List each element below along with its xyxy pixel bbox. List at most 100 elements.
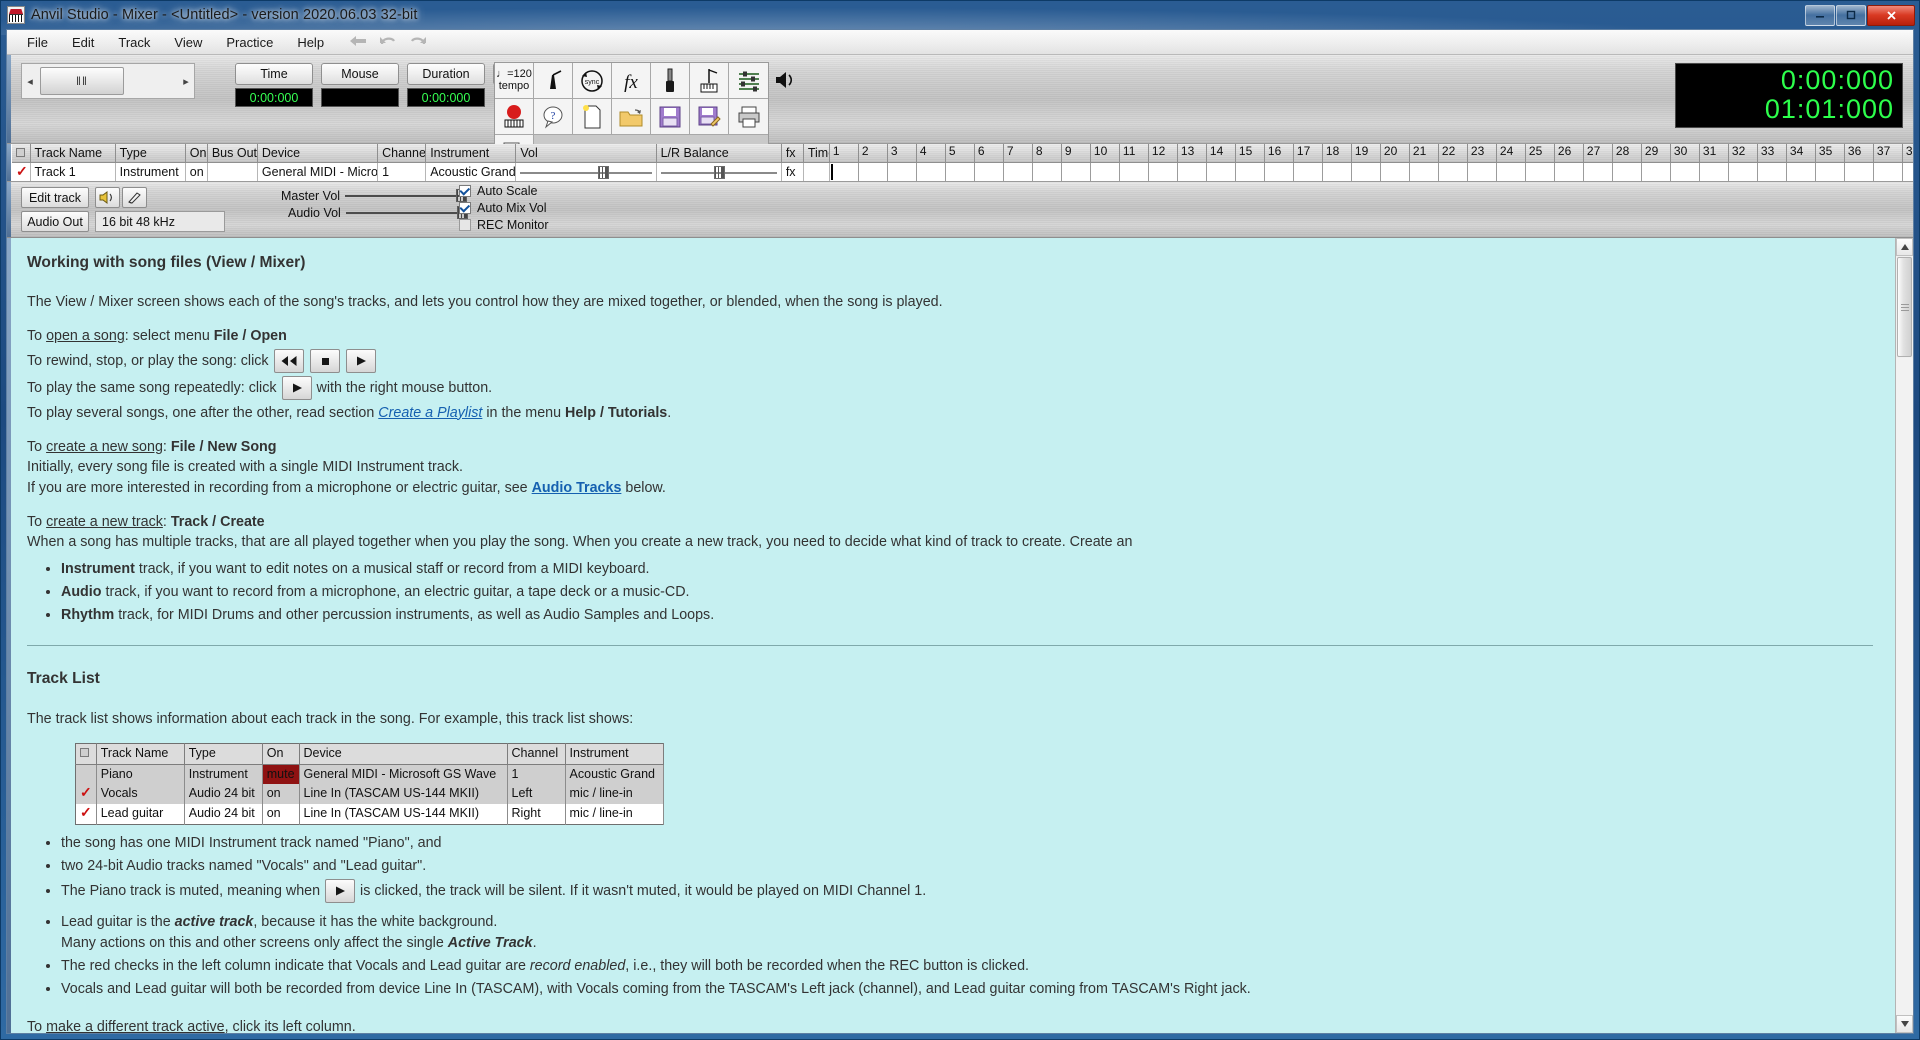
cell-track-name[interactable]: Track 1	[30, 162, 115, 181]
measure-cell[interactable]	[1062, 163, 1091, 182]
balance-slider[interactable]	[656, 162, 781, 181]
auto-scale-checkbox[interactable]	[459, 185, 471, 197]
measure-cell[interactable]	[1642, 163, 1671, 182]
measure-cell[interactable]	[1410, 163, 1439, 182]
measure-cell[interactable]	[1207, 163, 1236, 182]
play-button-inline-2[interactable]	[282, 376, 312, 400]
play-button-inline[interactable]	[346, 349, 376, 373]
header-fx[interactable]: fx	[781, 144, 803, 162]
volume-slider[interactable]	[516, 162, 656, 181]
create-a-playlist-link[interactable]: Create a Playlist	[378, 405, 482, 421]
header-track-name[interactable]: Track Name	[30, 144, 115, 162]
fx-icon[interactable]: fx	[612, 63, 651, 99]
example-select-header[interactable]	[76, 743, 97, 764]
measure-cell[interactable]	[975, 163, 1004, 182]
measure-cell[interactable]	[1178, 163, 1207, 182]
measure-cell[interactable]	[1526, 163, 1555, 182]
header-bus-out[interactable]: Bus Out	[207, 144, 257, 162]
header-device[interactable]: Device	[257, 144, 377, 162]
audio-jack-icon[interactable]	[651, 63, 690, 99]
measure-cell[interactable]	[1352, 163, 1381, 182]
measure-cell[interactable]	[1584, 163, 1613, 182]
scrollbar-trough[interactable]	[1896, 358, 1913, 1015]
master-volume-control[interactable]: Master Vol	[281, 189, 463, 203]
menu-file[interactable]: File	[15, 32, 60, 53]
menu-view[interactable]: View	[162, 32, 214, 53]
edit-track-button[interactable]: Edit track	[21, 187, 89, 208]
help-icon[interactable]: ?	[534, 99, 573, 135]
back-arrow-icon[interactable]	[348, 34, 368, 50]
sound-properties-icon[interactable]	[95, 187, 120, 208]
cell-fx[interactable]: fx	[781, 162, 803, 181]
measure-cell[interactable]	[1439, 163, 1468, 182]
measure-cell[interactable]	[1497, 163, 1526, 182]
track-timeline[interactable]	[829, 162, 1914, 181]
minimize-button[interactable]	[1805, 5, 1835, 26]
measure-cell[interactable]	[830, 163, 859, 182]
cell-instrument[interactable]: Acoustic Grand	[426, 162, 516, 181]
new-file-icon[interactable]	[573, 99, 612, 135]
measure-cell[interactable]	[1381, 163, 1410, 182]
audio-vol-track[interactable]	[346, 212, 464, 214]
select-all-header[interactable]	[12, 144, 30, 162]
header-type[interactable]: Type	[115, 144, 185, 162]
cue-thumb[interactable]: ‖‖	[40, 67, 124, 95]
measure-cell[interactable]	[1468, 163, 1497, 182]
measure-cell[interactable]	[946, 163, 975, 182]
auto-mix-vol-checkbox-row[interactable]: Auto Mix Vol	[459, 201, 546, 215]
header-vol[interactable]: Vol	[516, 144, 656, 162]
cue-right-arrow-icon[interactable]: ▸	[178, 75, 194, 88]
maximize-button[interactable]	[1836, 5, 1866, 26]
header-on[interactable]: On	[185, 144, 207, 162]
save-as-icon[interactable]	[690, 99, 729, 135]
measure-cell[interactable]	[1787, 163, 1816, 182]
menu-track[interactable]: Track	[106, 32, 162, 53]
undo-arrow-icon[interactable]	[378, 34, 398, 50]
scroll-down-arrow-icon[interactable]	[1896, 1015, 1913, 1033]
cell-device[interactable]: General MIDI - Microso	[257, 162, 377, 181]
create-a-new-song-link[interactable]: create a new song	[46, 439, 163, 455]
cell-type[interactable]: Instrument	[115, 162, 185, 181]
time-button[interactable]: Time	[235, 63, 313, 85]
play-button-inline-3[interactable]	[325, 879, 355, 903]
rewind-button-inline[interactable]	[274, 349, 304, 373]
header-channel[interactable]: Channel	[378, 144, 426, 162]
tempo-icon[interactable]: ♩=120 tempo	[495, 63, 534, 99]
scrollbar-thumb[interactable]	[1897, 257, 1912, 357]
measure-cell[interactable]	[888, 163, 917, 182]
create-a-new-track-link[interactable]: create a new track	[46, 514, 163, 530]
table-row[interactable]: ✓ Track 1 Instrument on General MIDI - M…	[12, 162, 1914, 181]
audio-tracks-link[interactable]: Audio Tracks	[532, 480, 622, 496]
audio-volume-control[interactable]: Audio Vol	[288, 206, 464, 220]
header-balance[interactable]: L/R Balance	[656, 144, 781, 162]
redo-arrow-icon[interactable]	[408, 34, 428, 50]
measure-cell[interactable]	[1294, 163, 1323, 182]
rec-monitor-checkbox[interactable]	[459, 219, 471, 231]
measure-cell[interactable]	[1700, 163, 1729, 182]
measure-cell[interactable]	[1816, 163, 1845, 182]
auto-scale-checkbox-row[interactable]: Auto Scale	[459, 184, 537, 198]
measure-cell[interactable]	[1265, 163, 1294, 182]
auto-mix-vol-checkbox[interactable]	[459, 202, 471, 214]
cell-on[interactable]: on	[185, 162, 207, 181]
measure-cell[interactable]	[859, 163, 888, 182]
audio-format-field[interactable]: 16 bit 48 kHz	[95, 211, 225, 232]
measure-cell[interactable]	[1236, 163, 1265, 182]
print-icon[interactable]	[729, 99, 768, 135]
header-instrument[interactable]: Instrument	[426, 144, 516, 162]
sync-icon[interactable]: sync	[573, 63, 612, 99]
tool-settings-icon[interactable]	[122, 187, 147, 208]
measure-cell[interactable]	[1758, 163, 1787, 182]
help-vertical-scrollbar[interactable]	[1895, 238, 1913, 1033]
cell-channel[interactable]: 1	[378, 162, 426, 181]
menu-practice[interactable]: Practice	[214, 32, 285, 53]
cue-left-arrow-icon[interactable]: ◂	[22, 75, 38, 88]
rec-monitor-checkbox-row[interactable]: REC Monitor	[459, 218, 549, 232]
duration-button[interactable]: Duration	[407, 63, 485, 85]
save-icon[interactable]	[651, 99, 690, 135]
menu-edit[interactable]: Edit	[60, 32, 106, 53]
measure-cell[interactable]	[1874, 163, 1903, 182]
close-button[interactable]	[1867, 5, 1915, 26]
cue-scroll-strip[interactable]: ◂ ‖‖ ▸	[21, 63, 195, 99]
measure-cell[interactable]	[1004, 163, 1033, 182]
